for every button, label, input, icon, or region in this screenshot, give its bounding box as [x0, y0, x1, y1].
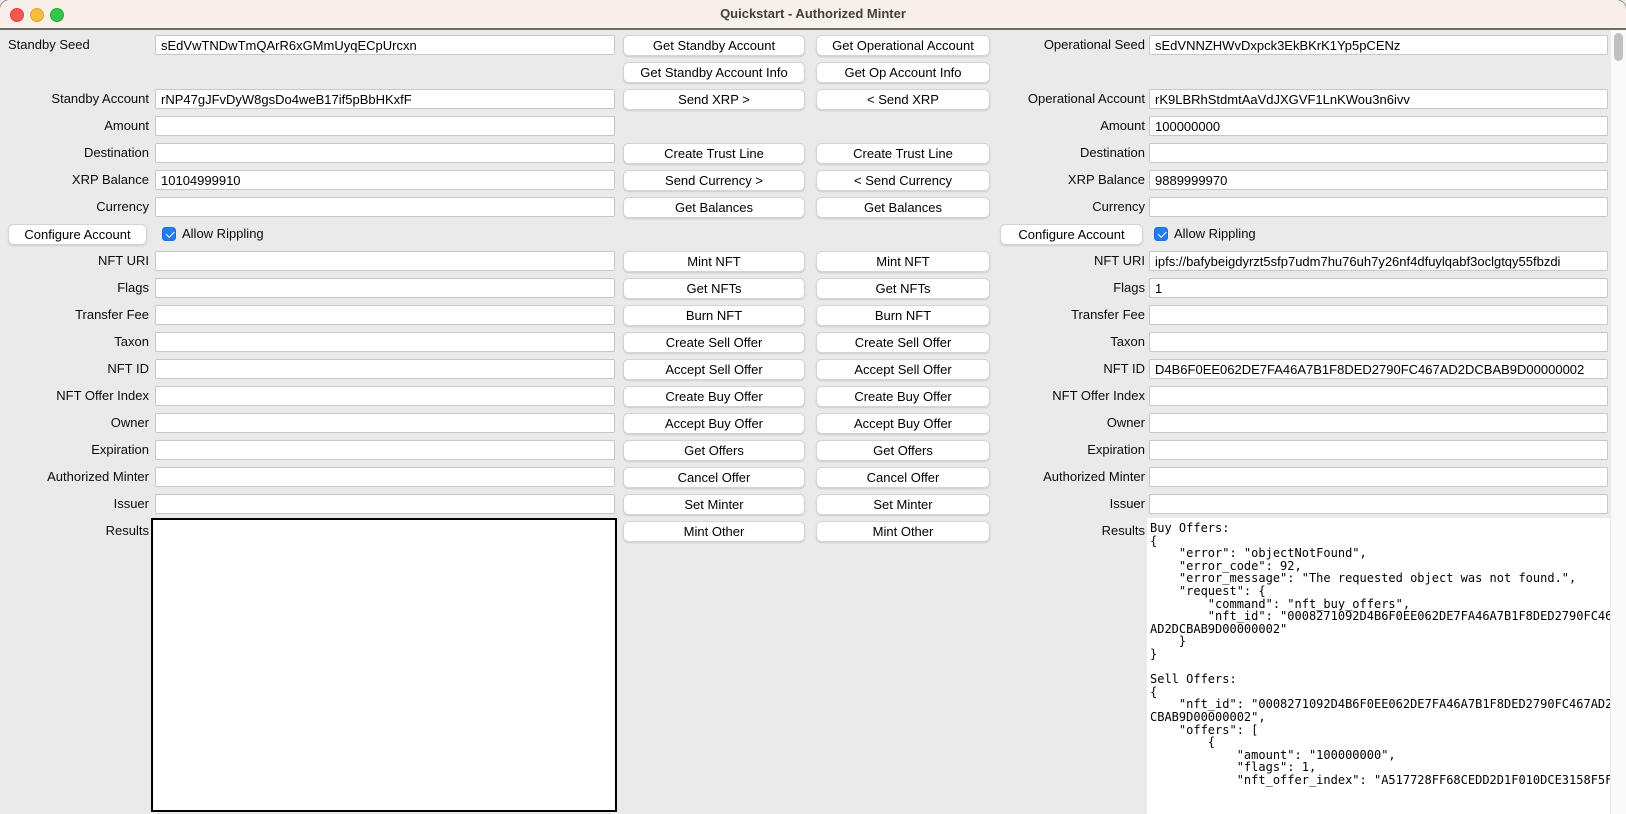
get-standby-account-info-button[interactable]: Get Standby Account Info: [623, 62, 805, 83]
standby-taxon-input[interactable]: [155, 332, 615, 352]
create-sell-offer-standby-button[interactable]: Create Sell Offer: [623, 332, 805, 353]
operational-amount-label: Amount: [930, 116, 1145, 136]
standby-flags-input[interactable]: [155, 278, 615, 298]
operational-nft-offer-index-label: NFT Offer Index: [930, 386, 1145, 406]
operational-account-input[interactable]: [1149, 89, 1608, 109]
app-window: Quickstart - Authorized Minter Standby S…: [0, 0, 1626, 814]
operational-nft-uri-label: NFT URI: [930, 251, 1145, 271]
standby-amount-input[interactable]: [155, 116, 615, 136]
standby-account-label: Standby Account: [0, 89, 149, 109]
standby-xrp-balance-input[interactable]: [155, 170, 615, 190]
standby-nft-id-input[interactable]: [155, 359, 615, 379]
operational-amount-input[interactable]: [1149, 116, 1608, 136]
get-offers-standby-button[interactable]: Get Offers: [623, 440, 805, 461]
operational-allow-rippling-label: Allow Rippling: [1174, 224, 1256, 244]
titlebar: Quickstart - Authorized Minter: [0, 0, 1626, 30]
standby-taxon-label: Taxon: [0, 332, 149, 352]
standby-destination-input[interactable]: [155, 143, 615, 163]
standby-expiration-input[interactable]: [155, 440, 615, 460]
operational-allow-rippling-checkbox[interactable]: [1154, 227, 1168, 241]
standby-owner-label: Owner: [0, 413, 149, 433]
operational-transfer-fee-label: Transfer Fee: [930, 305, 1145, 325]
operational-owner-label: Owner: [930, 413, 1145, 433]
standby-nft-uri-input[interactable]: [155, 251, 615, 271]
standby-flags-label: Flags: [0, 278, 149, 298]
operational-issuer-label: Issuer: [930, 494, 1145, 514]
standby-nft-id-label: NFT ID: [0, 359, 149, 379]
standby-currency-input[interactable]: [155, 197, 615, 217]
mint-nft-standby-button[interactable]: Mint NFT: [623, 251, 805, 272]
standby-allow-rippling-checkbox[interactable]: [162, 227, 176, 241]
cancel-offer-standby-button[interactable]: Cancel Offer: [623, 467, 805, 488]
set-minter-standby-button[interactable]: Set Minter: [623, 494, 805, 515]
standby-nft-offer-index-input[interactable]: [155, 386, 615, 406]
operational-xrp-balance-input[interactable]: [1149, 170, 1608, 190]
operational-nft-offer-index-input[interactable]: [1149, 386, 1608, 406]
mint-other-standby-button[interactable]: Mint Other: [623, 521, 805, 542]
standby-authorized-minter-input[interactable]: [155, 467, 615, 487]
operational-expiration-input[interactable]: [1149, 440, 1608, 460]
get-standby-account-button[interactable]: Get Standby Account: [623, 35, 805, 56]
operational-destination-input[interactable]: [1149, 143, 1608, 163]
standby-amount-label: Amount: [0, 116, 149, 136]
operational-taxon-input[interactable]: [1149, 332, 1608, 352]
operational-flags-label: Flags: [930, 278, 1145, 298]
operational-taxon-label: Taxon: [930, 332, 1145, 352]
operational-account-label: Operational Account: [930, 89, 1145, 109]
standby-currency-label: Currency: [0, 197, 149, 217]
operational-nft-id-input[interactable]: [1149, 359, 1608, 379]
operational-results-textarea[interactable]: Buy Offers: { "error": "objectNotFound",…: [1147, 518, 1610, 814]
standby-allow-rippling-label: Allow Rippling: [182, 224, 264, 244]
standby-issuer-input[interactable]: [155, 494, 615, 514]
operational-authorized-minter-label: Authorized Minter: [930, 467, 1145, 487]
burn-nft-standby-button[interactable]: Burn NFT: [623, 305, 805, 326]
standby-nft-uri-label: NFT URI: [0, 251, 149, 271]
operational-issuer-input[interactable]: [1149, 494, 1608, 514]
standby-transfer-fee-label: Transfer Fee: [0, 305, 149, 325]
standby-account-input[interactable]: [155, 89, 615, 109]
operational-nft-uri-input[interactable]: [1149, 251, 1608, 271]
standby-nft-offer-index-label: NFT Offer Index: [0, 386, 149, 406]
standby-transfer-fee-input[interactable]: [155, 305, 615, 325]
standby-results-textarea[interactable]: [151, 518, 617, 812]
operational-destination-label: Destination: [930, 143, 1145, 163]
operational-owner-input[interactable]: [1149, 413, 1608, 433]
operational-flags-input[interactable]: [1149, 278, 1608, 298]
operational-configure-account-button[interactable]: Configure Account: [1000, 224, 1143, 245]
operational-seed-input[interactable]: [1149, 35, 1608, 55]
standby-configure-account-button[interactable]: Configure Account: [8, 224, 147, 245]
standby-owner-input[interactable]: [155, 413, 615, 433]
standby-issuer-label: Issuer: [0, 494, 149, 514]
operational-currency-input[interactable]: [1149, 197, 1608, 217]
send-currency-right-button[interactable]: Send Currency >: [623, 170, 805, 191]
get-op-account-info-button[interactable]: Get Op Account Info: [816, 62, 990, 83]
vertical-scrollbar[interactable]: [1610, 30, 1626, 814]
scrollbar-thumb[interactable]: [1614, 33, 1623, 61]
send-xrp-right-button[interactable]: Send XRP >: [623, 89, 805, 110]
standby-destination-label: Destination: [0, 143, 149, 163]
standby-seed-label: Standby Seed: [0, 35, 157, 55]
standby-results-label: Results: [0, 521, 149, 541]
window-title: Quickstart - Authorized Minter: [0, 0, 1626, 28]
operational-expiration-label: Expiration: [930, 440, 1145, 460]
get-nfts-standby-button[interactable]: Get NFTs: [623, 278, 805, 299]
accept-sell-offer-standby-button[interactable]: Accept Sell Offer: [623, 359, 805, 380]
operational-results-label: Results: [930, 521, 1145, 541]
standby-seed-input[interactable]: [155, 35, 615, 55]
operational-authorized-minter-input[interactable]: [1149, 467, 1608, 487]
standby-expiration-label: Expiration: [0, 440, 149, 460]
get-balances-standby-button[interactable]: Get Balances: [623, 197, 805, 218]
create-trust-line-standby-button[interactable]: Create Trust Line: [623, 143, 805, 164]
create-buy-offer-standby-button[interactable]: Create Buy Offer: [623, 386, 805, 407]
accept-buy-offer-standby-button[interactable]: Accept Buy Offer: [623, 413, 805, 434]
operational-currency-label: Currency: [930, 197, 1145, 217]
operational-xrp-balance-label: XRP Balance: [930, 170, 1145, 190]
operational-transfer-fee-input[interactable]: [1149, 305, 1608, 325]
standby-xrp-balance-label: XRP Balance: [0, 170, 149, 190]
operational-nft-id-label: NFT ID: [930, 359, 1145, 379]
standby-authorized-minter-label: Authorized Minter: [0, 467, 149, 487]
operational-seed-label: Operational Seed: [930, 35, 1145, 55]
